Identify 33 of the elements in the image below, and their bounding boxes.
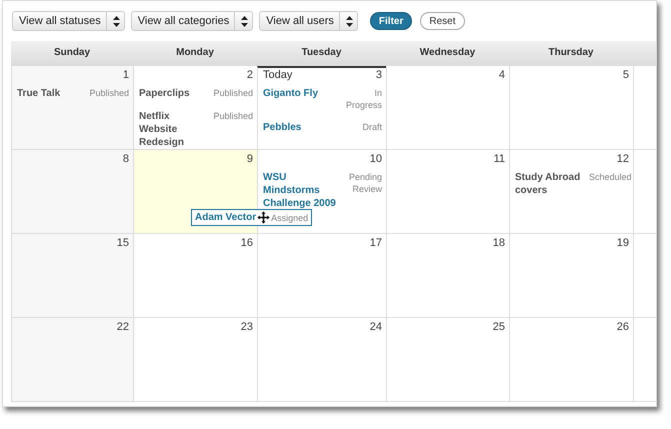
weekday-header: Thursday bbox=[547, 46, 594, 60]
post-status: In Progress bbox=[344, 87, 382, 111]
today-label: Today bbox=[263, 69, 292, 81]
day-number: 4 bbox=[498, 69, 505, 81]
day-number: 17 bbox=[370, 237, 382, 249]
day-number: 18 bbox=[492, 237, 505, 249]
day-number: 12 bbox=[616, 153, 629, 165]
post-status: Published bbox=[213, 110, 253, 123]
day-number: 26 bbox=[616, 321, 629, 333]
day-number: 3 bbox=[376, 69, 382, 81]
day-number: 15 bbox=[116, 237, 129, 249]
day-number: 10 bbox=[370, 153, 382, 165]
post-status: Draft bbox=[362, 121, 382, 134]
post-status: Published bbox=[89, 87, 129, 100]
post-status: Scheduled bbox=[589, 171, 629, 184]
day-number: 1 bbox=[122, 69, 129, 81]
day-number: 2 bbox=[246, 69, 253, 81]
day-number: 23 bbox=[240, 321, 253, 333]
day-number: 8 bbox=[122, 153, 129, 165]
post-status: Published bbox=[213, 87, 253, 100]
weekday-header: Wednesday bbox=[418, 46, 476, 60]
day-number: 11 bbox=[494, 153, 505, 165]
day-number: 22 bbox=[116, 321, 129, 333]
day-number: 16 bbox=[240, 237, 253, 249]
weekday-header: Tuesday bbox=[300, 46, 342, 60]
post-status: Pending Review bbox=[348, 171, 382, 196]
day-number: 9 bbox=[246, 153, 253, 165]
day-number: 19 bbox=[616, 237, 629, 249]
day-number: 5 bbox=[622, 69, 629, 81]
weekday-header: Monday bbox=[175, 46, 215, 60]
day-number: 25 bbox=[492, 321, 505, 333]
day-number: 24 bbox=[370, 321, 382, 333]
weekday-header: Sunday bbox=[52, 46, 92, 60]
